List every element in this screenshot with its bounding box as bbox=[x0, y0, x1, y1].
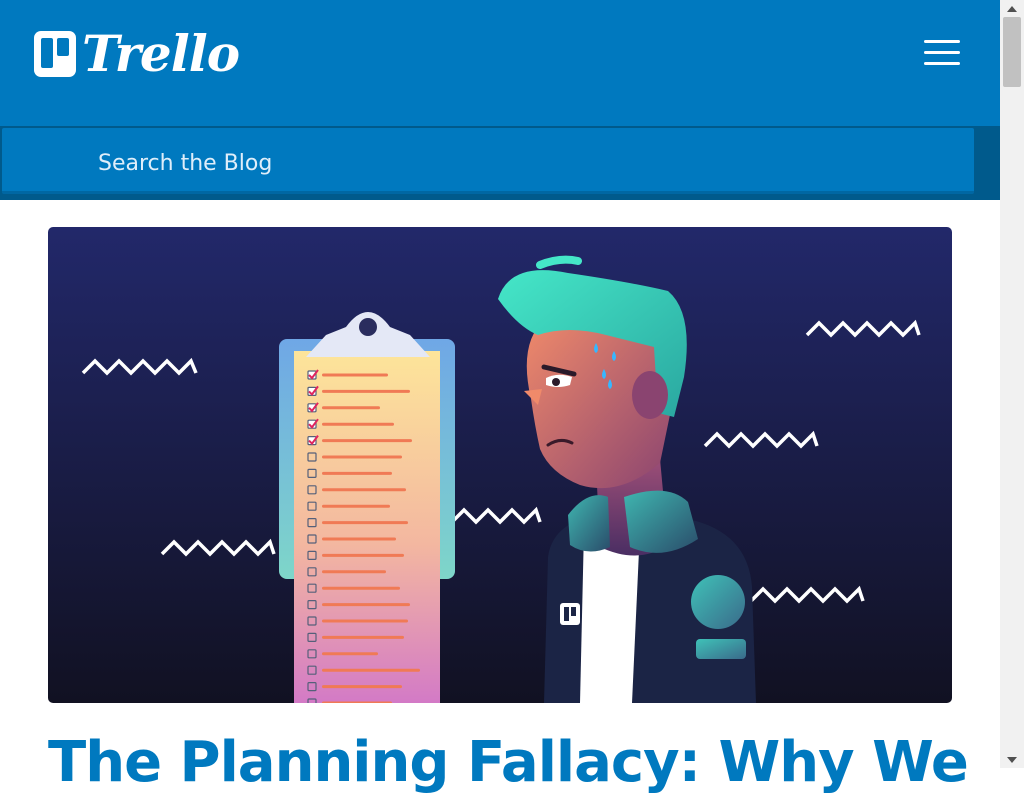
hamburger-menu-icon[interactable] bbox=[924, 40, 960, 66]
scroll-down-arrow-icon[interactable] bbox=[1000, 751, 1024, 768]
logo-wordmark: Trello bbox=[82, 24, 240, 83]
checklist-line bbox=[322, 603, 410, 607]
checklist-line bbox=[322, 635, 404, 639]
checklist-line bbox=[322, 373, 388, 377]
checklist-line bbox=[322, 553, 404, 557]
article-hero-image[interactable] bbox=[48, 227, 952, 703]
checklist-line bbox=[322, 521, 408, 525]
checklist-line bbox=[322, 652, 378, 656]
checklist-line bbox=[322, 685, 402, 689]
search-bar bbox=[0, 126, 1000, 200]
checklist-line bbox=[322, 389, 410, 393]
checklist-line bbox=[322, 668, 420, 672]
checklist-line bbox=[322, 422, 394, 426]
checklist-line bbox=[322, 504, 390, 508]
checklist-line bbox=[322, 619, 408, 623]
search-input[interactable] bbox=[96, 140, 920, 186]
scroll-thumb[interactable] bbox=[1003, 17, 1021, 87]
checklist-line bbox=[322, 537, 396, 541]
checklist-line bbox=[322, 455, 402, 459]
clipboard-checklist-icon bbox=[279, 312, 455, 703]
search-field[interactable] bbox=[2, 128, 974, 194]
checklist-line bbox=[322, 439, 412, 443]
checklist-line bbox=[322, 406, 380, 410]
site-header: Trello bbox=[0, 0, 1000, 126]
checklist-line bbox=[322, 586, 400, 590]
scrollbar[interactable] bbox=[1000, 0, 1024, 768]
trello-board-icon bbox=[34, 31, 76, 77]
checklist-line bbox=[322, 570, 386, 574]
article-title[interactable]: The Planning Fallacy: Why We bbox=[48, 728, 988, 798]
checklist-line bbox=[322, 488, 406, 492]
checklist-line bbox=[322, 701, 392, 703]
scroll-up-arrow-icon[interactable] bbox=[1000, 0, 1024, 17]
trello-logo[interactable]: Trello bbox=[34, 24, 240, 83]
checklist-line bbox=[322, 471, 392, 475]
